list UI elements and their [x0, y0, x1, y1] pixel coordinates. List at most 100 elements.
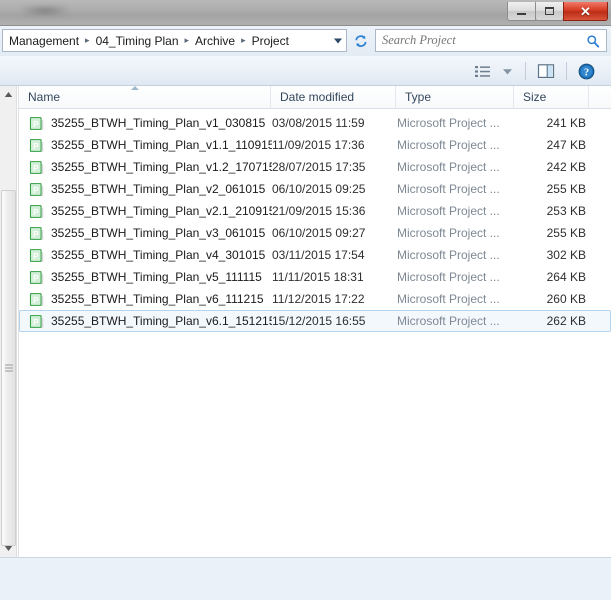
microsoft-project-file-icon: P: [29, 248, 44, 262]
navigation-pane-scrollbar[interactable]: [0, 86, 17, 557]
file-name-cell[interactable]: P 35255_BTWH_Timing_Plan_v2.1_210915: [20, 200, 272, 222]
file-name-cell[interactable]: P 35255_BTWH_Timing_Plan_v3_061015: [20, 222, 272, 244]
file-rows: P 35255_BTWH_Timing_Plan_v1_030815 03/08/2…: [19, 109, 611, 332]
table-row[interactable]: P 35255_BTWH_Timing_Plan_v4_301015 03/11/2…: [19, 244, 611, 266]
preview-pane-button[interactable]: [533, 59, 559, 83]
breadcrumb-separator-icon: ▸: [241, 35, 246, 45]
breadcrumb-item-1[interactable]: 04_Timing Plan: [95, 34, 180, 48]
toolbar: ?: [0, 56, 611, 86]
column-header-type[interactable]: Type: [396, 85, 514, 109]
search-icon[interactable]: [586, 34, 600, 48]
file-name-label: 35255_BTWH_Timing_Plan_v4_301015: [51, 248, 266, 262]
microsoft-project-file-icon: P: [29, 182, 44, 196]
file-size-cell: 253 KB: [546, 204, 586, 218]
toolbar-divider: [566, 62, 567, 80]
column-header-filler: [589, 86, 611, 109]
table-row[interactable]: P 35255_BTWH_Timing_Plan_v2.1_210915 21/09…: [19, 200, 611, 222]
svg-text:?: ?: [584, 67, 589, 78]
chevron-down-icon[interactable]: [334, 38, 342, 43]
svg-text:P: P: [33, 273, 39, 282]
table-row[interactable]: P 35255_BTWH_Timing_Plan_v1_030815 03/08/2…: [19, 112, 611, 134]
file-name-cell[interactable]: P 35255_BTWH_Timing_Plan_v6.1_151215: [20, 310, 272, 332]
file-size-cell: 242 KB: [546, 160, 586, 174]
minimize-button[interactable]: [507, 2, 536, 21]
file-type-cell: Microsoft Project ...: [397, 314, 500, 328]
file-name-cell[interactable]: P 35255_BTWH_Timing_Plan_v2_061015: [20, 178, 272, 200]
svg-text:P: P: [33, 163, 39, 172]
table-row[interactable]: P 35255_BTWH_Timing_Plan_v2_061015 06/10/2…: [19, 178, 611, 200]
svg-text:P: P: [33, 229, 39, 238]
table-row[interactable]: P 35255_BTWH_Timing_Plan_v1.1_110915 11/09…: [19, 134, 611, 156]
minimize-icon: [517, 12, 526, 15]
maximize-button[interactable]: [535, 2, 564, 21]
svg-text:P: P: [33, 295, 39, 304]
chevron-down-icon: [4, 546, 13, 551]
refresh-button[interactable]: [350, 29, 372, 52]
file-name-cell[interactable]: P 35255_BTWH_Timing_Plan_v1.2_170715: [20, 156, 272, 178]
file-name-label: 35255_BTWH_Timing_Plan_v3_061015: [51, 226, 266, 240]
view-dropdown-button[interactable]: [497, 59, 518, 83]
file-date-cell: 28/07/2015 17:35: [272, 160, 366, 174]
svg-text:P: P: [33, 207, 39, 216]
scroll-down-button[interactable]: [0, 540, 17, 557]
microsoft-project-file-icon: P: [29, 204, 44, 218]
file-name-cell[interactable]: P 35255_BTWH_Timing_Plan_v5_111115: [20, 266, 272, 288]
search-box[interactable]: [375, 29, 607, 52]
file-type-cell: Microsoft Project ...: [397, 116, 500, 130]
file-name-cell[interactable]: P 35255_BTWH_Timing_Plan_v1.1_110915: [20, 134, 272, 156]
svg-text:P: P: [33, 185, 39, 194]
breadcrumb-separator-icon: ▸: [85, 35, 90, 45]
table-row[interactable]: P 35255_BTWH_Timing_Plan_v6_111215 11/12/2…: [19, 288, 611, 310]
breadcrumb-item-0[interactable]: Management: [8, 34, 80, 48]
file-size-cell: 260 KB: [546, 292, 586, 306]
change-view-button[interactable]: [470, 59, 495, 83]
window-title: [22, 5, 68, 17]
breadcrumb-item-2[interactable]: Archive: [194, 34, 236, 48]
file-size-cell: 247 KB: [546, 138, 586, 152]
file-name-cell[interactable]: P 35255_BTWH_Timing_Plan_v6_111215: [20, 288, 272, 310]
scroll-up-button[interactable]: [0, 86, 17, 103]
close-icon: ✕: [580, 3, 591, 19]
breadcrumb-item-3[interactable]: Project: [251, 34, 290, 48]
column-header-row: Name Date modified Type Size: [19, 85, 611, 109]
toolbar-divider: [525, 62, 526, 80]
file-name-label: 35255_BTWH_Timing_Plan_v1_030815: [51, 116, 266, 130]
microsoft-project-file-icon: P: [29, 138, 44, 152]
file-type-cell: Microsoft Project ...: [397, 270, 500, 284]
column-header-date-modified[interactable]: Date modified: [271, 85, 396, 109]
file-size-cell: 255 KB: [546, 226, 586, 240]
microsoft-project-file-icon: P: [29, 292, 44, 306]
file-type-cell: Microsoft Project ...: [397, 292, 500, 306]
file-name-cell[interactable]: P 35255_BTWH_Timing_Plan_v4_301015: [20, 244, 272, 266]
file-type-cell: Microsoft Project ...: [397, 204, 500, 218]
table-row[interactable]: P 35255_BTWH_Timing_Plan_v1.2_170715 28/07…: [19, 156, 611, 178]
help-icon: ?: [578, 63, 595, 79]
table-row[interactable]: P 35255_BTWH_Timing_Plan_v5_111115 11/11/2…: [19, 266, 611, 288]
view-list-icon: [475, 65, 490, 77]
search-input[interactable]: [382, 33, 586, 48]
file-name-label: 35255_BTWH_Timing_Plan_v6_111215: [51, 292, 264, 306]
file-date-cell: 21/09/2015 15:36: [272, 204, 366, 218]
file-name-label: 35255_BTWH_Timing_Plan_v2.1_210915: [51, 204, 272, 218]
file-name-label: 35255_BTWH_Timing_Plan_v6.1_151215: [51, 314, 272, 328]
column-header-name[interactable]: Name: [19, 85, 271, 109]
svg-text:P: P: [33, 251, 39, 260]
file-name-label: 35255_BTWH_Timing_Plan_v2_061015: [51, 182, 266, 196]
close-button[interactable]: ✕: [563, 2, 608, 21]
file-size-cell: 241 KB: [546, 116, 586, 130]
refresh-icon: [355, 34, 367, 47]
scrollbar-thumb[interactable]: [1, 190, 16, 546]
address-bar[interactable]: Management ▸ 04_Timing Plan ▸ Archive ▸ …: [2, 29, 347, 52]
file-name-label: 35255_BTWH_Timing_Plan_v5_111115: [51, 270, 262, 284]
table-row[interactable]: P 35255_BTWH_Timing_Plan_v3_061015 06/10/2…: [19, 222, 611, 244]
column-header-size[interactable]: Size: [514, 85, 589, 109]
table-row[interactable]: P 35255_BTWH_Timing_Plan_v6.1_151215 15/12…: [19, 310, 611, 332]
help-button[interactable]: ?: [574, 59, 599, 83]
toolbar-right-group: ?: [470, 56, 599, 86]
file-date-cell: 11/12/2015 17:22: [272, 292, 365, 306]
scrollbar-grip-icon: [4, 364, 13, 372]
file-type-cell: Microsoft Project ...: [397, 226, 500, 240]
file-size-cell: 255 KB: [546, 182, 586, 196]
window-controls: ✕: [507, 2, 608, 21]
file-name-cell[interactable]: P 35255_BTWH_Timing_Plan_v1_030815: [20, 112, 272, 134]
